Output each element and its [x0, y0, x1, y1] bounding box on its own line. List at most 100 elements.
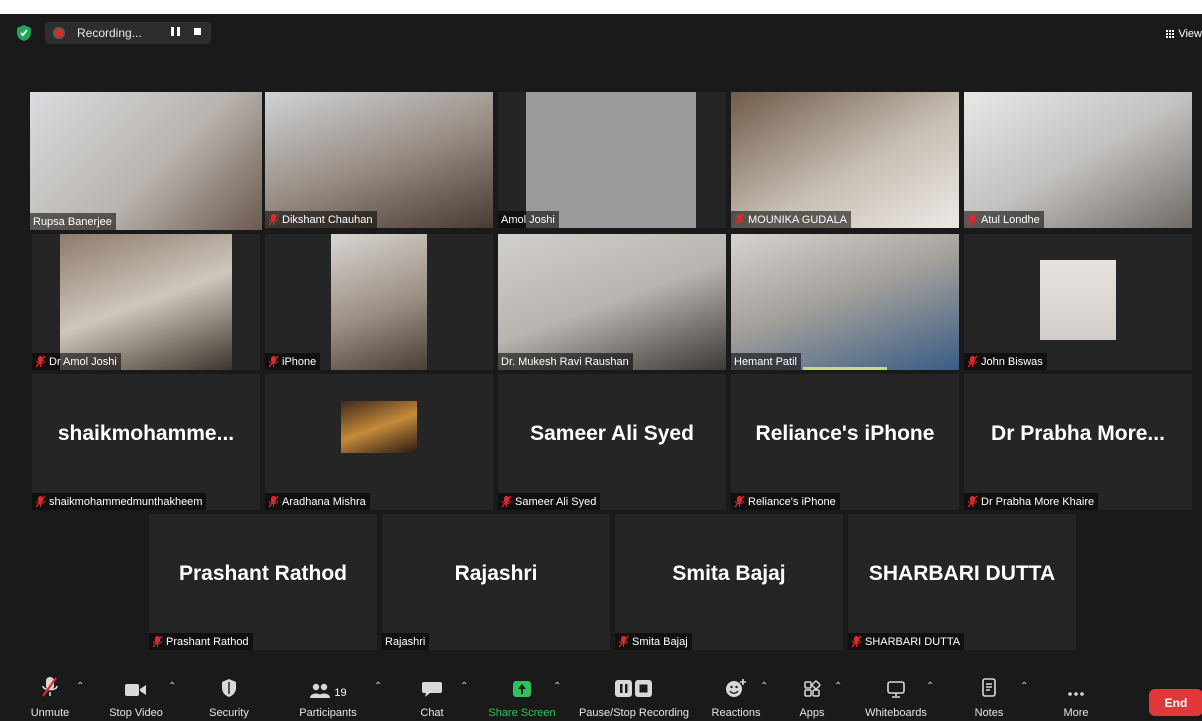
security-label: Security: [209, 707, 249, 719]
more-button[interactable]: More: [1054, 669, 1098, 721]
participant-name: iPhone: [282, 355, 317, 368]
chat-label: Chat: [420, 707, 444, 719]
whiteboards-options-chevron-icon[interactable]: ⌃: [926, 681, 934, 692]
security-button[interactable]: Security: [198, 669, 260, 721]
participant-name-tag: iPhone: [265, 353, 321, 370]
stop-recording-icon[interactable]: [194, 28, 201, 35]
participant-name: Dikshant Chauhan: [282, 213, 373, 226]
muted-microphone-icon: [967, 495, 978, 508]
participants-count: 19: [334, 687, 347, 699]
chat-button[interactable]: Chat: [408, 669, 456, 721]
stop-video-button[interactable]: Stop Video: [100, 669, 172, 721]
end-meeting-button[interactable]: End: [1149, 689, 1202, 716]
participant-video: [265, 92, 493, 228]
reactions-smiley-icon: [726, 679, 746, 697]
participant-name: Prashant Rathod: [166, 635, 249, 648]
participant-tile[interactable]: iPhone: [265, 234, 493, 370]
participant-video: [526, 92, 696, 228]
video-camera-icon: [125, 684, 146, 696]
unmute-button[interactable]: Unmute: [22, 669, 78, 721]
participant-display-name: Sameer Ali Syed: [530, 422, 694, 445]
participant-name: Hemant Patil: [734, 355, 797, 368]
participant-name: SHARBARI DUTTA: [865, 635, 961, 648]
participant-display-name: Dr Prabha More...: [991, 422, 1165, 445]
pause-stop-recording-label: Pause/Stop Recording: [578, 707, 690, 719]
pause-recording-icon[interactable]: [169, 26, 183, 38]
participant-tile[interactable]: Amol Joshi: [498, 92, 726, 228]
security-shield-icon: [222, 679, 236, 697]
participant-video: [341, 401, 417, 453]
participant-name-tag: Dr Amol Joshi: [32, 353, 121, 370]
participant-name-tag: SHARBARI DUTTA: [848, 633, 965, 650]
participant-tile[interactable]: Dr. Mukesh Ravi Raushan: [498, 234, 726, 370]
participant-tile[interactable]: Dr Prabha More... Dr Prabha More Khaire: [964, 374, 1192, 510]
whiteboards-button[interactable]: Whiteboards: [856, 669, 936, 721]
participant-video: [30, 92, 262, 230]
participant-tile[interactable]: Reliance's iPhone Reliance's iPhone: [731, 374, 959, 510]
whiteboards-label: Whiteboards: [865, 707, 927, 719]
participant-name: MOUNIKA GUDALA: [748, 213, 848, 226]
muted-microphone-icon: [35, 495, 46, 508]
apps-options-chevron-icon[interactable]: ⌃: [834, 681, 842, 692]
unmute-label: Unmute: [30, 707, 70, 719]
chat-options-chevron-icon[interactable]: ⌃: [460, 681, 468, 692]
participant-tile[interactable]: Sameer Ali Syed Sameer Ali Syed: [498, 374, 726, 510]
muted-microphone-icon: [268, 213, 279, 226]
participant-name: Reliance's iPhone: [748, 495, 836, 508]
apps-icon: [804, 680, 821, 697]
notes-button[interactable]: Notes: [966, 669, 1012, 721]
participant-tile[interactable]: shaikmohamme... shaikmohammedmunthakheem: [32, 374, 260, 510]
pause-stop-recording-button[interactable]: Pause/Stop Recording: [572, 669, 696, 721]
audio-options-chevron-icon[interactable]: ⌃: [76, 681, 84, 692]
participant-video: [498, 234, 726, 370]
recording-dot-icon: [53, 27, 65, 39]
participant-tile[interactable]: Dr Amol Joshi: [32, 234, 260, 370]
muted-microphone-icon: [967, 213, 978, 226]
participant-tile[interactable]: Smita Bajaj Smita Bajaj: [615, 514, 843, 650]
reactions-button[interactable]: Reactions: [704, 669, 768, 721]
participants-button[interactable]: 19 Participants: [292, 669, 364, 721]
muted-microphone-icon: [618, 635, 629, 648]
share-screen-button[interactable]: Share Screen: [482, 669, 562, 721]
participant-tile[interactable]: Prashant Rathod Prashant Rathod: [149, 514, 377, 650]
encryption-shield-icon[interactable]: [16, 24, 32, 42]
participant-name-tag: Sameer Ali Syed: [498, 493, 601, 510]
muted-microphone-icon: [268, 495, 279, 508]
meeting-toolbar: Unmute ⌃ Stop Video ⌃ Security 19 Partic…: [0, 669, 1202, 721]
recording-label: Recording...: [77, 26, 142, 40]
participant-name-tag: MOUNIKA GUDALA: [731, 211, 852, 228]
muted-microphone-icon: [152, 635, 163, 648]
reactions-label: Reactions: [711, 707, 761, 719]
participants-options-chevron-icon[interactable]: ⌃: [374, 681, 382, 692]
apps-button[interactable]: Apps: [792, 669, 832, 721]
notes-options-chevron-icon[interactable]: ⌃: [1020, 681, 1028, 692]
apps-label: Apps: [799, 707, 825, 719]
participant-name-tag: John Biswas: [964, 353, 1047, 370]
chat-bubble-icon: [422, 682, 442, 697]
view-button[interactable]: View: [1166, 28, 1202, 40]
participant-video: [60, 234, 232, 370]
participant-tile[interactable]: Rajashri Rajashri: [382, 514, 610, 650]
share-options-chevron-icon[interactable]: ⌃: [553, 681, 561, 692]
video-options-chevron-icon[interactable]: ⌃: [168, 681, 176, 692]
participant-name: Amol Joshi: [501, 213, 555, 226]
participant-tile[interactable]: John Biswas: [964, 234, 1192, 370]
participant-tile[interactable]: Aradhana Mishra: [265, 374, 493, 510]
reactions-options-chevron-icon[interactable]: ⌃: [760, 681, 768, 692]
participant-tile[interactable]: Rupsa Banerjee: [30, 92, 262, 230]
muted-microphone-icon: [35, 355, 46, 368]
participants-label: Participants: [299, 707, 357, 719]
participant-name: Dr. Mukesh Ravi Raushan: [501, 355, 629, 368]
participant-video: [731, 234, 959, 370]
participant-tile[interactable]: Hemant Patil: [731, 234, 959, 370]
meeting-top-bar: Recording... View: [0, 14, 1202, 58]
muted-microphone-icon: [734, 495, 745, 508]
participant-tile[interactable]: MOUNIKA GUDALA: [731, 92, 959, 228]
participant-tile[interactable]: Atul Londhe: [964, 92, 1192, 228]
participant-name-tag: Reliance's iPhone: [731, 493, 840, 510]
participant-name-tag: shaikmohammedmunthakheem: [32, 493, 207, 510]
participant-tile[interactable]: Dikshant Chauhan: [265, 92, 493, 228]
participant-name-tag: Aradhana Mishra: [265, 493, 370, 510]
muted-microphone-icon: [851, 635, 862, 648]
participant-tile[interactable]: SHARBARI DUTTA SHARBARI DUTTA: [848, 514, 1076, 650]
